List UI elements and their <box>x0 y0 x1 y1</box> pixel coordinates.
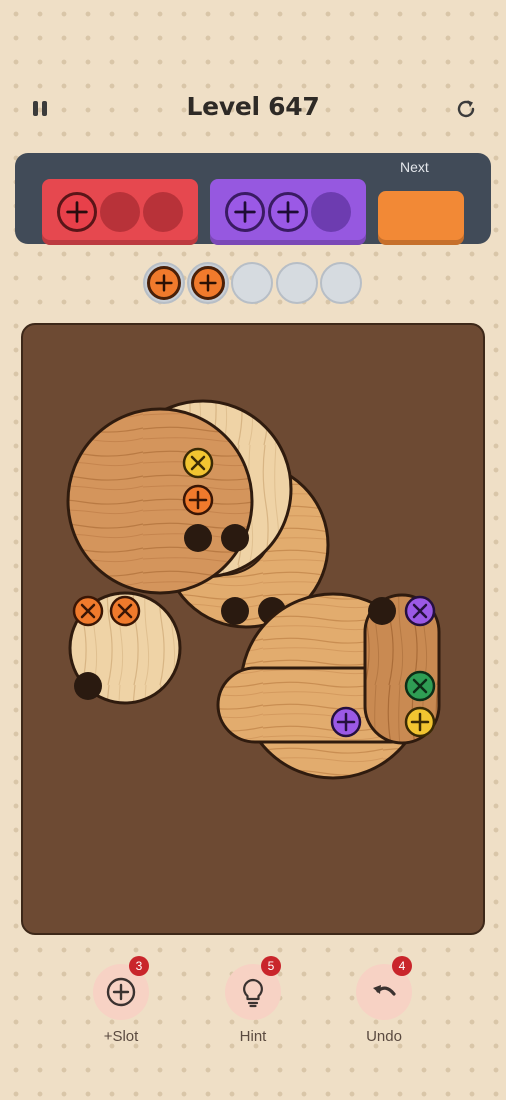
next-orange-box <box>378 191 464 245</box>
add-slot-button[interactable]: 3 +Slot <box>81 956 161 1052</box>
purple-screw[interactable] <box>404 595 436 627</box>
empty-hole <box>184 524 212 552</box>
empty-hole <box>368 597 396 625</box>
add-slot-count-badge: 3 <box>129 956 149 976</box>
yellow-screw[interactable] <box>404 706 436 738</box>
hint-count-badge: 5 <box>261 956 281 976</box>
purple-screw[interactable] <box>330 706 362 738</box>
orange-screw[interactable] <box>191 266 225 300</box>
undo-count-badge: 4 <box>392 956 412 976</box>
holding-slots <box>0 262 506 306</box>
orange-screw[interactable] <box>72 595 104 627</box>
purple-screw <box>225 192 265 232</box>
purple-box-empty-hole <box>311 192 351 232</box>
add-slot-label: +Slot <box>103 1028 139 1045</box>
undo-label: Undo <box>366 1028 402 1045</box>
level-title: Level 647 <box>186 92 320 121</box>
holding-slot[interactable] <box>143 262 185 304</box>
holding-slot-empty[interactable] <box>231 262 273 304</box>
undo-button[interactable]: 4 Undo <box>344 956 424 1052</box>
hint-label: Hint <box>239 1028 267 1045</box>
box-tray: Next <box>15 153 491 245</box>
red-box-empty-hole <box>143 192 183 232</box>
holding-slot-empty[interactable] <box>276 262 318 304</box>
game-board <box>21 323 485 935</box>
wood-disk-piece[interactable] <box>66 407 254 595</box>
purple-box[interactable] <box>210 179 366 245</box>
purple-screw <box>268 192 308 232</box>
empty-hole <box>74 672 102 700</box>
red-screw <box>57 192 97 232</box>
yellow-screw[interactable] <box>182 447 214 479</box>
orange-screw[interactable] <box>147 266 181 300</box>
empty-hole <box>221 597 249 625</box>
green-screw[interactable] <box>404 670 436 702</box>
top-bar: Level 647 <box>0 80 506 140</box>
hint-button[interactable]: 5 Hint <box>213 956 293 1052</box>
holding-slot[interactable] <box>187 262 229 304</box>
restart-button[interactable] <box>453 96 479 122</box>
board-canvas <box>66 399 441 780</box>
empty-hole <box>221 524 249 552</box>
restart-icon <box>457 100 475 118</box>
red-box-empty-hole <box>100 192 140 232</box>
next-label: Next <box>400 159 429 175</box>
holding-slot-empty[interactable] <box>320 262 362 304</box>
orange-screw[interactable] <box>109 595 141 627</box>
orange-screw[interactable] <box>182 484 214 516</box>
red-box[interactable] <box>42 179 198 245</box>
